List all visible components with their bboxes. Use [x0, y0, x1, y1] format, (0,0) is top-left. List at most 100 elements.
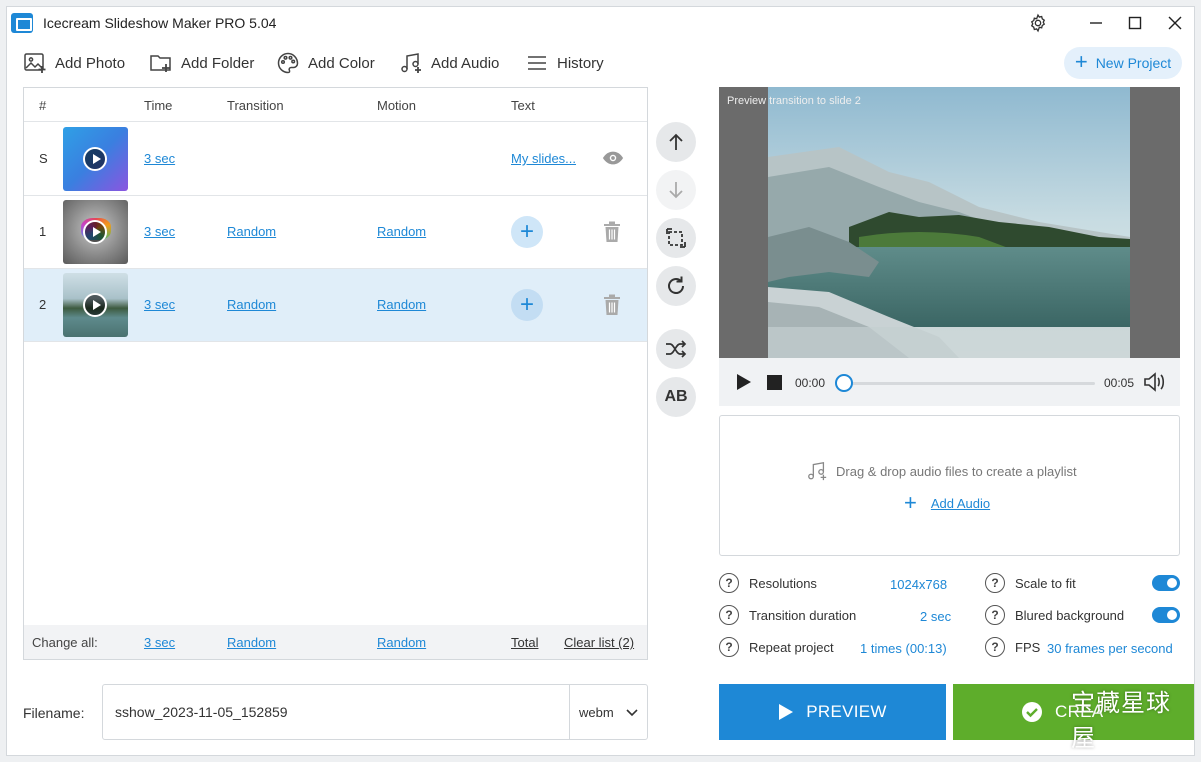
- add-folder-label: Add Folder: [181, 54, 255, 72]
- preview-button[interactable]: PREVIEW: [719, 684, 946, 740]
- play-icon: [737, 374, 751, 390]
- add-text-button[interactable]: +: [511, 289, 543, 321]
- preview-area: Preview transition to slide 2: [719, 87, 1180, 358]
- add-folder-button[interactable]: Add Folder: [149, 47, 254, 79]
- transition-link[interactable]: Random: [227, 224, 276, 239]
- slide-thumbnail[interactable]: [63, 200, 128, 264]
- table-row[interactable]: 1 3 sec Random Random +: [24, 196, 647, 269]
- help-icon[interactable]: ?: [719, 573, 739, 593]
- move-down-button[interactable]: [656, 170, 696, 210]
- app-logo-icon: [11, 13, 33, 33]
- new-project-button[interactable]: + New Project: [1064, 47, 1182, 79]
- new-project-label: New Project: [1095, 55, 1172, 71]
- row-number: 1: [39, 224, 47, 239]
- history-button[interactable]: History: [525, 47, 604, 79]
- preview-caption: Preview transition to slide 2: [727, 95, 861, 107]
- repeat-value[interactable]: 1 times (00:13): [860, 641, 947, 656]
- scale-toggle[interactable]: [1152, 575, 1180, 591]
- play-icon[interactable]: [83, 220, 107, 244]
- add-photo-button[interactable]: Add Photo: [23, 47, 125, 79]
- move-up-button[interactable]: [656, 122, 696, 162]
- add-audio-link-label: Add Audio: [930, 495, 991, 511]
- add-audio-label: Add Audio: [431, 54, 500, 72]
- play-icon[interactable]: [83, 293, 107, 317]
- add-audio-button[interactable]: Add Audio: [399, 47, 499, 79]
- table-header: # Time Transition Motion Text: [24, 88, 647, 122]
- time-link[interactable]: 3 sec: [144, 151, 175, 166]
- fps-setting: ? FPS: [985, 637, 1040, 657]
- transition-link[interactable]: Random: [227, 297, 276, 312]
- filename-box: webm: [102, 684, 648, 740]
- change-all-time-link[interactable]: 3 sec: [144, 635, 175, 650]
- trash-icon[interactable]: [602, 221, 622, 246]
- help-icon[interactable]: ?: [985, 573, 1005, 593]
- swap-ab-button[interactable]: AB: [656, 377, 696, 417]
- palette-icon: [277, 52, 299, 74]
- repeat-label: Repeat project: [749, 639, 834, 655]
- play-icon[interactable]: [83, 147, 107, 171]
- table-row[interactable]: 2 3 sec Random Random +: [24, 269, 647, 342]
- resolution-value[interactable]: 1024x768: [890, 577, 947, 592]
- motion-link[interactable]: Random: [377, 224, 426, 239]
- text-link[interactable]: My slides...: [511, 151, 576, 166]
- eye-icon[interactable]: [602, 149, 624, 170]
- trash-icon[interactable]: [602, 294, 622, 319]
- menu-lines-icon: [528, 56, 546, 70]
- table-row[interactable]: S 3 sec My slides...: [24, 123, 647, 196]
- add-photo-label: Add Photo: [55, 54, 126, 72]
- change-all-motion-link[interactable]: Random: [377, 635, 426, 650]
- volume-icon: [1144, 372, 1165, 392]
- transition-duration-value[interactable]: 2 sec: [920, 609, 951, 624]
- time-link[interactable]: 3 sec: [144, 297, 175, 312]
- slide-thumbnail[interactable]: [63, 273, 128, 337]
- audio-playlist-dropzone[interactable]: Drag & drop audio files to create a play…: [719, 415, 1180, 556]
- clear-list-link[interactable]: Clear list (2): [564, 635, 634, 650]
- format-select[interactable]: webm: [579, 705, 638, 720]
- add-folder-icon: [150, 55, 171, 72]
- row-number: S: [39, 151, 48, 166]
- add-audio-link[interactable]: + Add Audio: [904, 492, 990, 514]
- fps-label: FPS: [1015, 639, 1041, 655]
- add-text-button[interactable]: +: [511, 216, 543, 248]
- seek-handle[interactable]: [835, 374, 853, 392]
- app-window: Icecream Slideshow Maker PRO 5.04 Add Ph…: [6, 6, 1195, 756]
- filename-input[interactable]: [103, 685, 570, 739]
- motion-link[interactable]: Random: [377, 297, 426, 312]
- chevron-down-icon: [626, 708, 638, 716]
- audio-drop-text: Drag & drop audio files to create a play…: [836, 463, 1077, 479]
- fps-value[interactable]: 30 frames per second: [1047, 641, 1179, 656]
- header-time: Time: [144, 98, 173, 113]
- help-icon[interactable]: ?: [719, 605, 739, 625]
- add-photo-icon: [24, 53, 46, 73]
- play-button[interactable]: [736, 373, 752, 394]
- slide-thumbnail[interactable]: [63, 127, 128, 191]
- rotate-button[interactable]: [656, 266, 696, 306]
- watermark-text: 宝藏星球屋: [1071, 689, 1171, 752]
- settings-gear-icon[interactable]: [1025, 11, 1051, 35]
- blurred-toggle[interactable]: [1152, 607, 1180, 623]
- total-link[interactable]: Total: [511, 635, 538, 650]
- transition-duration-label: Transition duration: [749, 607, 857, 623]
- minimize-icon[interactable]: [1083, 11, 1109, 35]
- filename-label: Filename:: [23, 705, 85, 721]
- stop-button[interactable]: [767, 375, 782, 393]
- change-all-transition-link[interactable]: Random: [227, 635, 276, 650]
- help-icon[interactable]: ?: [985, 637, 1005, 657]
- plus-icon: +: [519, 218, 534, 245]
- maximize-icon[interactable]: [1122, 11, 1148, 35]
- time-link[interactable]: 3 sec: [144, 224, 175, 239]
- player-controls: 00:00 00:05: [719, 358, 1180, 406]
- seek-bar[interactable]: [837, 382, 1095, 385]
- blurred-setting: ? Blured background: [985, 605, 1124, 625]
- close-icon[interactable]: [1162, 11, 1188, 35]
- help-icon[interactable]: ?: [719, 637, 739, 657]
- crop-button[interactable]: [656, 218, 696, 258]
- add-color-button[interactable]: Add Color: [276, 47, 375, 79]
- help-icon[interactable]: ?: [985, 605, 1005, 625]
- volume-button[interactable]: [1143, 371, 1167, 396]
- preview-button-label: PREVIEW: [806, 702, 887, 721]
- shuffle-icon: [666, 340, 687, 358]
- main-toolbar: Add Photo Add Folder Add Color Add Audio…: [7, 47, 1194, 79]
- shuffle-button[interactable]: [656, 329, 696, 369]
- header-transition: Transition: [227, 98, 284, 113]
